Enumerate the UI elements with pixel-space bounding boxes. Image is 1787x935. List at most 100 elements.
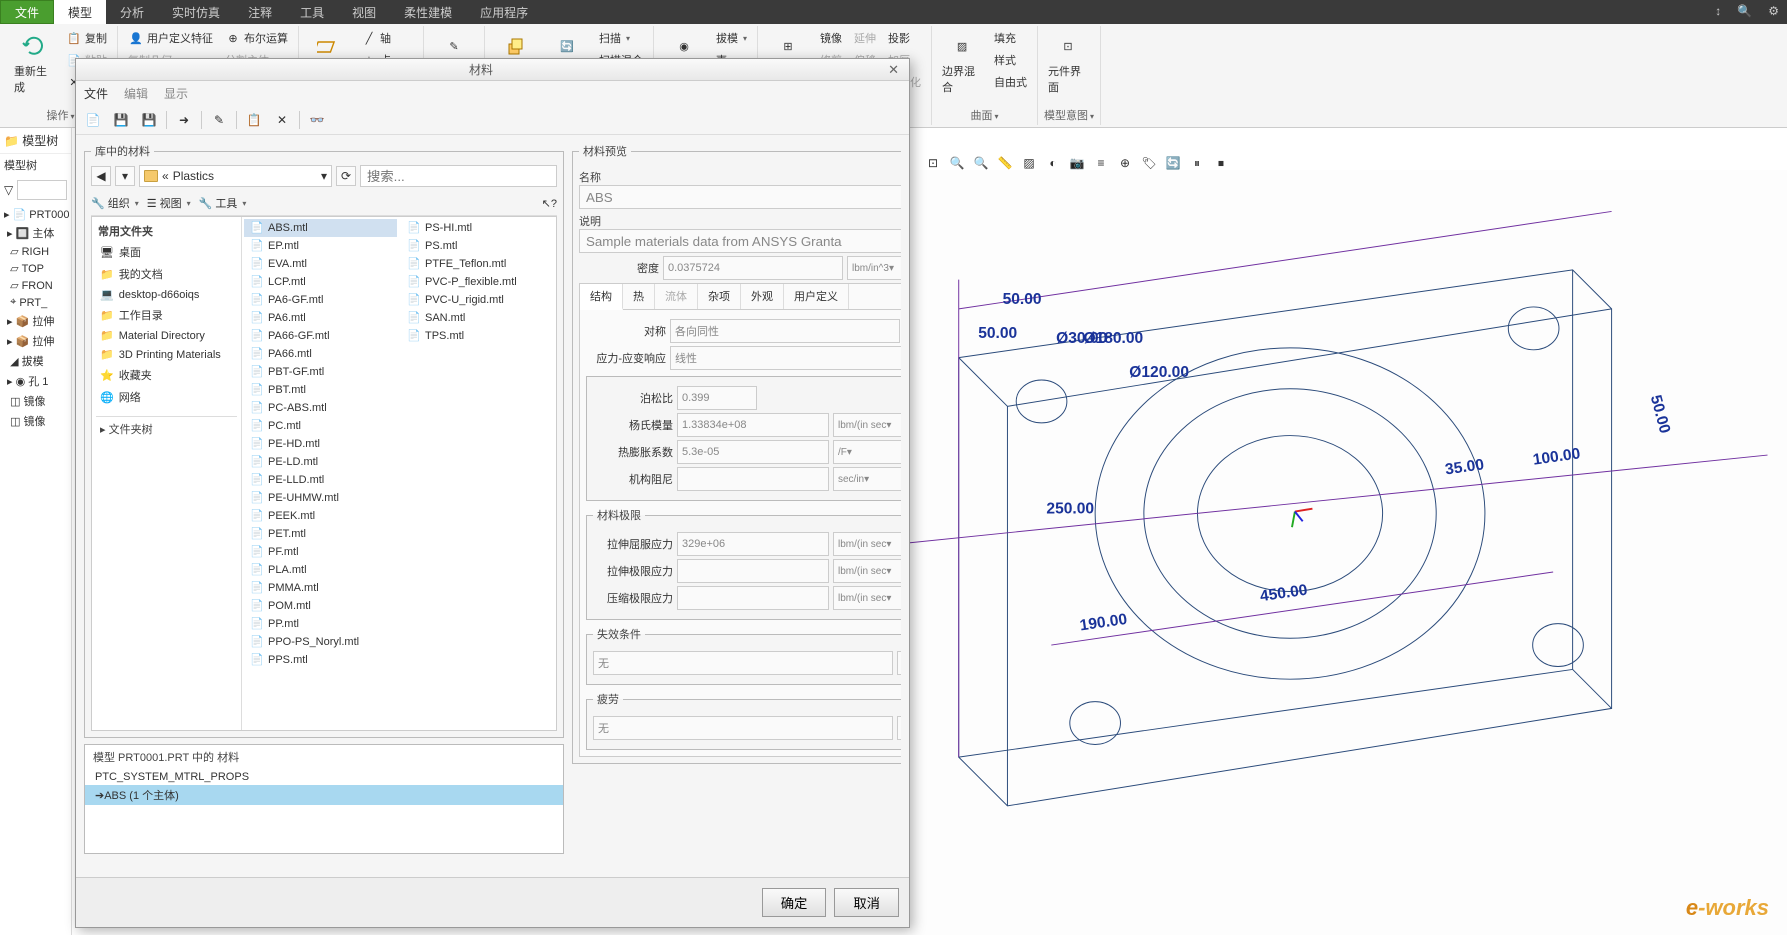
copy-button[interactable]: 📋复制 — [62, 28, 111, 48]
boundary-blend-button[interactable]: ▨边界混合 — [938, 28, 986, 99]
project-button[interactable]: 投影 — [884, 28, 925, 48]
tools-dropdown[interactable]: 🔧 工具 — [199, 195, 247, 211]
file-item[interactable]: 📄PS-HI.mtl — [401, 219, 554, 237]
folder-network[interactable]: 🌐 网络 — [96, 386, 237, 408]
file-item[interactable]: 📄PE-LD.mtl — [244, 453, 397, 471]
file-item[interactable]: 📄PET.mtl — [244, 525, 397, 543]
dialog-close-button[interactable]: ✕ — [882, 62, 905, 78]
folder-desktop[interactable]: 🖥 桌面 — [96, 241, 237, 263]
menu-model-tab[interactable]: 模型 — [54, 0, 106, 24]
file-item[interactable]: 📄PLA.mtl — [244, 561, 397, 579]
menu-simulate-tab[interactable]: 实时仿真 — [158, 0, 234, 24]
file-item[interactable]: 📄PPS.mtl — [244, 651, 397, 669]
user-feature-button[interactable]: 👤用户定义特征 — [124, 28, 217, 48]
file-item[interactable]: 📄PPO-PS_Noryl.mtl — [244, 633, 397, 651]
settings-icon[interactable]: ⚙ — [1760, 0, 1787, 24]
menu-apps-tab[interactable]: 应用程序 — [466, 0, 542, 24]
youngs-input[interactable] — [677, 413, 829, 437]
folder-tree-toggle[interactable]: ▸ 文件夹树 — [96, 416, 237, 441]
folder-matdir[interactable]: 📁 Material Directory — [96, 326, 237, 345]
tab-structure[interactable]: 结构 — [580, 284, 623, 310]
file-item[interactable]: 📄PTFE_Teflon.mtl — [401, 255, 554, 273]
cancel-button[interactable]: 取消 — [834, 888, 899, 917]
file-item[interactable]: 📄PA6.mtl — [244, 309, 397, 327]
tree-root[interactable]: ▸ 📄 PRT0001 — [2, 206, 69, 223]
file-item[interactable]: 📄PBT-GF.mtl — [244, 363, 397, 381]
poisson-input[interactable] — [677, 386, 757, 410]
compress-ult-input[interactable] — [677, 586, 829, 610]
damping-input[interactable] — [677, 467, 829, 491]
regenerate-button[interactable]: 重新生成 — [10, 28, 58, 99]
model-intent-label[interactable]: 模型意图 — [1044, 105, 1094, 123]
file-item[interactable]: 📄PVC-U_rigid.mtl — [401, 291, 554, 309]
tab-misc[interactable]: 杂项 — [698, 284, 741, 309]
folder-mydocs[interactable]: 📁 我的文档 — [96, 263, 237, 285]
limit-unit[interactable]: lbm/(in sec ▾ — [833, 559, 901, 583]
tree-item[interactable]: ▸ ◉ 孔 1 — [2, 371, 69, 391]
file-item[interactable]: 📄PBT.mtl — [244, 381, 397, 399]
nav-fwd-button[interactable]: ▾ — [115, 166, 135, 186]
collapse-ribbon-icon[interactable]: ↕ — [1707, 0, 1729, 24]
copy-mat-button[interactable]: 📋 — [243, 109, 265, 131]
menu-view-tab[interactable]: 视图 — [338, 0, 390, 24]
density-input[interactable] — [663, 256, 843, 280]
youngs-unit[interactable]: lbm/(in sec ▾ — [833, 413, 901, 437]
material-name-input[interactable] — [579, 185, 901, 209]
file-item[interactable]: 📄PE-HD.mtl — [244, 435, 397, 453]
dialog-menu-file[interactable]: 文件 — [84, 85, 108, 102]
file-item[interactable]: 📄PC.mtl — [244, 417, 397, 435]
file-item[interactable]: 📄PA6-GF.mtl — [244, 291, 397, 309]
file-item[interactable]: 📄PE-UHMW.mtl — [244, 489, 397, 507]
save-material-button[interactable]: 💾 — [110, 109, 132, 131]
file-item[interactable]: 📄PF.mtl — [244, 543, 397, 561]
sweep-button[interactable]: 扫描 — [595, 28, 647, 48]
graphics-viewport[interactable]: 50.00 50.00 Ø30.00 Ø180.00 Ø120.00 250.0… — [910, 170, 1787, 935]
tab-thermal[interactable]: 热 — [623, 284, 655, 309]
component-interface-button[interactable]: ⊡元件界面 — [1044, 28, 1092, 99]
fill-button[interactable]: 填充 — [990, 28, 1031, 48]
cte-input[interactable] — [677, 440, 829, 464]
fatigue-select[interactable] — [593, 716, 893, 740]
file-item[interactable]: 📄SAN.mtl — [401, 309, 554, 327]
material-desc-input[interactable] — [579, 229, 901, 253]
path-input[interactable]: «Plastics ▾ — [139, 165, 332, 187]
stress-strain-select[interactable] — [670, 346, 901, 370]
tree-item[interactable]: ▱ FRON — [2, 277, 69, 294]
nav-back-button[interactable]: ◀ — [91, 166, 111, 186]
file-item[interactable]: 📄PS.mtl — [401, 237, 554, 255]
tab-userdef[interactable]: 用户定义 — [784, 284, 849, 309]
folder-3dprint[interactable]: 📁 3D Printing Materials — [96, 345, 237, 364]
assign-button[interactable]: ➜ — [173, 109, 195, 131]
refresh-button[interactable]: ⟳ — [336, 166, 356, 186]
dialog-menu-show[interactable]: 显示 — [164, 85, 188, 102]
model-tree-tab[interactable]: 📁 模型树 — [4, 132, 67, 149]
help-pointer-icon[interactable]: ↖? — [542, 197, 557, 210]
file-item[interactable]: 📄EP.mtl — [244, 237, 397, 255]
file-item[interactable]: 📄PC-ABS.mtl — [244, 399, 397, 417]
tree-item[interactable]: ◢ 拔模 — [2, 351, 69, 371]
search-input[interactable] — [360, 165, 557, 187]
organize-dropdown[interactable]: 🔧 组织 — [91, 195, 139, 211]
tree-item[interactable]: ▸ 📦 拉伸 — [2, 311, 69, 331]
bool-button[interactable]: ⊕布尔运算 — [221, 28, 292, 48]
symmetry-select[interactable] — [670, 319, 900, 343]
new-material-button[interactable]: 📄 — [82, 109, 104, 131]
ok-button[interactable]: 确定 — [762, 888, 827, 917]
file-item[interactable]: 📄PE-LLD.mtl — [244, 471, 397, 489]
failure-select[interactable] — [593, 651, 893, 675]
draft-button[interactable]: 拔模 — [712, 28, 751, 48]
file-item[interactable]: 📄LCP.mtl — [244, 273, 397, 291]
views-dropdown[interactable]: ☰ 视图 — [147, 195, 191, 211]
tree-item[interactable]: ◫ 镜像 — [2, 411, 69, 431]
limit-unit[interactable]: lbm/(in sec ▾ — [833, 586, 901, 610]
density-unit[interactable]: lbm/in^3 ▾ — [847, 256, 901, 280]
tree-item[interactable]: ▱ RIGH — [2, 243, 69, 260]
file-item[interactable]: 📄PEEK.mtl — [244, 507, 397, 525]
tensile-ult-input[interactable] — [677, 559, 829, 583]
folder-favorites[interactable]: ⭐ 收藏夹 — [96, 364, 237, 386]
tree-item[interactable]: ⌖ PRT_ — [2, 294, 69, 311]
tensile-yield-input[interactable] — [677, 532, 829, 556]
file-item[interactable]: 📄POM.mtl — [244, 597, 397, 615]
surface-group-label[interactable]: 曲面 — [938, 105, 1031, 123]
mat-item-system[interactable]: PTC_SYSTEM_MTRL_PROPS — [85, 769, 563, 785]
